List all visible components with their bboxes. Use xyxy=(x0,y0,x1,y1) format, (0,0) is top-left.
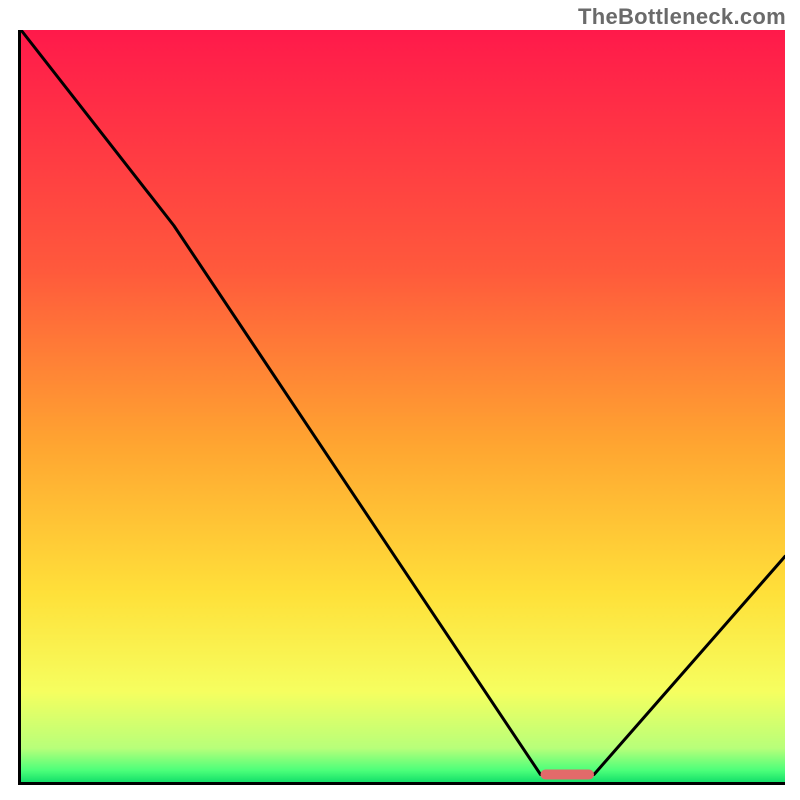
bottleneck-chart: TheBottleneck.com xyxy=(0,0,800,800)
optimal-marker xyxy=(541,770,595,780)
bottleneck-curve-path xyxy=(21,30,785,775)
watermark-text: TheBottleneck.com xyxy=(578,4,786,30)
plot-area xyxy=(18,30,785,785)
curve-layer xyxy=(21,30,785,782)
